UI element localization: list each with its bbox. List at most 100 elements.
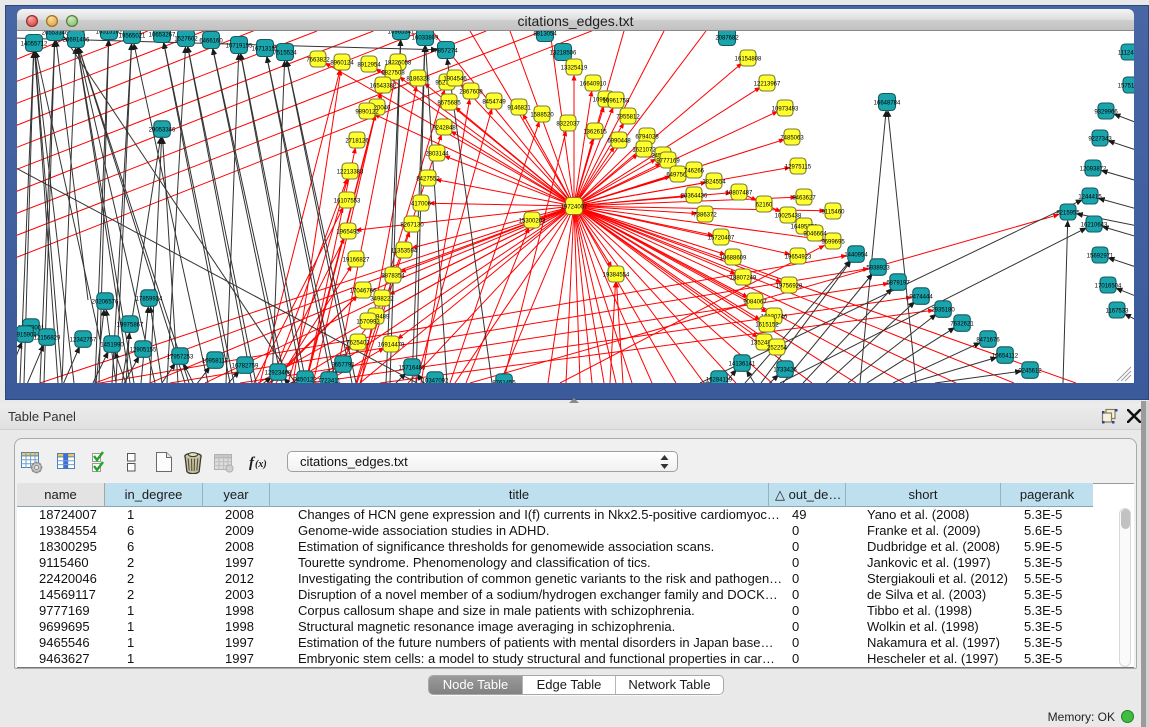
svg-text:1167533: 1167533 [1106, 308, 1130, 314]
svg-text:6466160: 6466160 [199, 38, 223, 44]
svg-text:9242848: 9242848 [432, 125, 456, 131]
svg-text:417006: 417006 [411, 201, 432, 207]
svg-text:6794028: 6794028 [635, 134, 659, 140]
svg-text:8471676: 8471676 [976, 337, 1000, 343]
svg-text:20691406: 20691406 [63, 37, 90, 43]
svg-text:2803144: 2803144 [425, 151, 449, 157]
svg-text:17016504: 17016504 [1095, 283, 1122, 289]
svg-text:8322037: 8322037 [556, 121, 580, 127]
svg-text:16782759: 16782759 [232, 363, 259, 369]
svg-text:1588520: 1588520 [530, 112, 554, 118]
svg-text:9146821: 9146821 [507, 105, 531, 111]
svg-text:9450122: 9450122 [293, 377, 317, 383]
svg-text:17957253: 17957253 [167, 354, 194, 360]
svg-text:16914479: 16914479 [378, 342, 405, 348]
svg-text:20553346: 20553346 [42, 31, 69, 36]
svg-text:16033809: 16033809 [412, 35, 439, 41]
svg-text:6990448: 6990448 [607, 138, 631, 144]
svg-text:7723411: 7723411 [318, 378, 342, 383]
svg-text:8427552: 8427552 [416, 176, 440, 182]
svg-text:7857274: 7857274 [434, 48, 458, 54]
svg-text:7515524: 7515524 [273, 50, 297, 56]
svg-text:8960124: 8960124 [330, 60, 354, 66]
svg-text:3498222: 3498222 [370, 296, 394, 302]
svg-text:62160: 62160 [756, 202, 773, 208]
svg-text:9827508: 9827508 [381, 70, 405, 76]
svg-text:1733426: 1733426 [773, 367, 797, 373]
svg-text:12213383: 12213383 [337, 169, 364, 175]
svg-text:10654112: 10654112 [992, 353, 1019, 359]
svg-text:15720407: 15720407 [708, 235, 735, 241]
svg-text:9046664: 9046664 [803, 231, 827, 237]
svg-text:10025438: 10025438 [775, 213, 802, 219]
svg-text:29053346: 29053346 [149, 127, 176, 133]
svg-text:10961758: 10961758 [603, 98, 630, 104]
svg-text:7485063: 7485063 [780, 135, 804, 141]
svg-text:16640910: 16640910 [580, 81, 607, 87]
svg-text:8761455: 8761455 [492, 380, 516, 383]
svg-text:16210643: 16210643 [1081, 222, 1108, 228]
svg-text:9699695: 9699695 [821, 239, 845, 245]
svg-text:1904546: 1904546 [443, 76, 467, 82]
svg-text:1112430: 1112430 [1118, 50, 1134, 56]
svg-text:9245612: 9245612 [1018, 368, 1042, 374]
svg-text:9657791: 9657791 [331, 362, 355, 368]
svg-text:15692971: 15692971 [1087, 253, 1114, 259]
svg-text:10347092: 10347092 [422, 378, 449, 383]
svg-text:14136141: 14136141 [729, 361, 756, 367]
svg-text:8878354: 8878354 [381, 273, 405, 279]
svg-text:2087682: 2087682 [715, 35, 739, 41]
svg-text:12342757: 12342757 [70, 337, 97, 343]
svg-text:1965493: 1965493 [336, 229, 360, 235]
svg-text:19166827: 19166827 [343, 257, 370, 263]
svg-text:12905155: 12905155 [130, 347, 157, 353]
svg-text:12156829: 12156829 [34, 335, 61, 341]
svg-text:252254: 252254 [767, 345, 788, 351]
svg-text:8215955: 8215955 [1056, 210, 1080, 216]
svg-text:11353594: 11353594 [391, 248, 418, 254]
svg-text:8912954: 8912954 [357, 62, 381, 68]
svg-text:16284119: 16284119 [706, 377, 733, 383]
svg-text:2935180: 2935180 [931, 307, 955, 313]
svg-text:19565021: 19565021 [119, 33, 146, 39]
svg-text:8186328: 8186328 [406, 76, 430, 82]
svg-text:17859924: 17859924 [136, 296, 163, 302]
svg-text:20206576: 20206576 [92, 299, 119, 305]
svg-text:1615152: 1615152 [755, 322, 779, 328]
svg-text:19756928: 19756928 [776, 283, 803, 289]
svg-text:19724007: 19724007 [561, 204, 588, 210]
svg-text:(x): (x) [255, 459, 267, 470]
svg-text:7663822: 7663822 [306, 57, 330, 63]
svg-text:1570993: 1570993 [356, 319, 380, 325]
svg-text:10958117: 10958117 [202, 358, 229, 364]
svg-text:17046766: 17046766 [350, 288, 377, 294]
svg-text:1451990: 1451990 [100, 342, 124, 348]
svg-text:746266: 746266 [684, 168, 705, 174]
svg-text:6879197: 6879197 [886, 280, 910, 286]
svg-text:2867608: 2867608 [459, 89, 483, 95]
svg-text:8813054: 8813054 [533, 31, 557, 37]
svg-text:10688609: 10688609 [720, 255, 747, 261]
svg-text:14055712: 14055712 [21, 41, 48, 47]
svg-text:15300203: 15300203 [519, 218, 546, 224]
svg-text:10807487: 10807487 [726, 190, 753, 196]
svg-text:5938923: 5938923 [866, 265, 890, 271]
svg-text:10719155: 10719155 [226, 43, 253, 49]
svg-text:18807249: 18807249 [730, 275, 757, 281]
svg-text:9115460: 9115460 [822, 209, 846, 215]
svg-text:7386372: 7386372 [693, 212, 717, 218]
svg-text:8454749: 8454749 [482, 99, 506, 105]
svg-text:15716485: 15716485 [399, 365, 426, 371]
svg-text:10653267: 10653267 [149, 32, 176, 38]
svg-text:20364436: 20364436 [681, 193, 708, 199]
svg-text:13325419: 13325419 [561, 65, 588, 71]
svg-text:19384554: 19384554 [603, 272, 630, 278]
svg-text:12923468: 12923468 [265, 370, 292, 376]
svg-text:9890122: 9890122 [355, 109, 379, 115]
svg-text:10973493: 10973493 [772, 106, 799, 112]
svg-text:16648784: 16648784 [874, 100, 901, 106]
svg-text:1362615: 1362615 [583, 129, 607, 135]
svg-text:2718126: 2718126 [345, 138, 369, 144]
svg-text:1440954: 1440954 [844, 252, 868, 258]
svg-text:9777169: 9777169 [656, 158, 680, 164]
